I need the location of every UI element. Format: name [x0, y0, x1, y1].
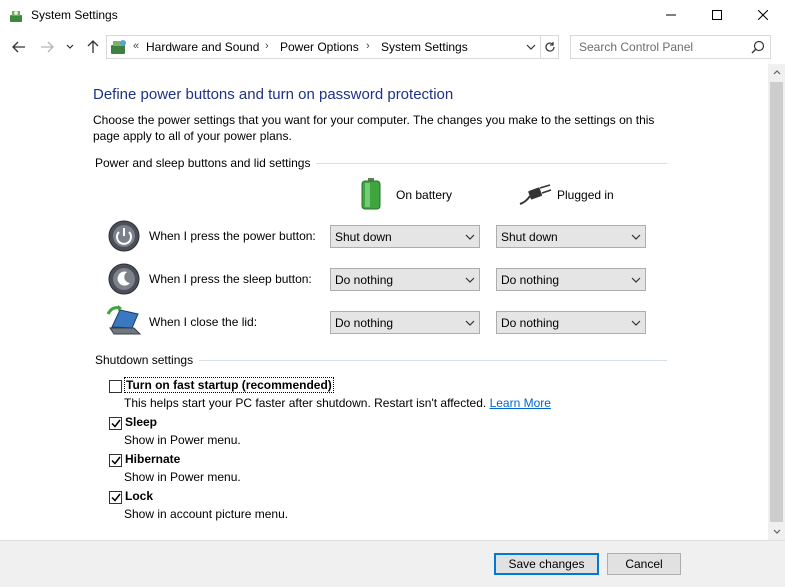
- footer-bar: Save changes Cancel: [0, 540, 785, 587]
- minimize-icon: [666, 14, 676, 16]
- search-icon: [751, 40, 765, 54]
- fast-startup-checkbox[interactable]: [109, 380, 122, 393]
- chevron-down-icon: [631, 277, 641, 283]
- breadcrumb-separator: «: [133, 40, 140, 52]
- plugged-in-label: Plugged in: [557, 188, 614, 202]
- power-options-app-icon: [10, 11, 22, 22]
- chevron-down-icon: [66, 44, 74, 49]
- sleep-checkbox[interactable]: [109, 417, 122, 430]
- close-button[interactable]: [740, 0, 785, 30]
- select-value: Shut down: [335, 230, 392, 244]
- scrollbar-thumb[interactable]: [770, 82, 783, 522]
- cancel-button[interactable]: Cancel: [607, 553, 681, 575]
- select-value: Do nothing: [335, 316, 394, 330]
- power-button-icon: [108, 220, 140, 252]
- content-area: Define power buttons and turn on passwor…: [0, 64, 768, 540]
- chevron-down-icon: [773, 529, 780, 534]
- breadcrumb-separator: ›: [265, 40, 269, 52]
- sleep-button-icon: [108, 263, 140, 295]
- minimize-button[interactable]: [648, 0, 694, 30]
- lock-label[interactable]: Lock: [125, 489, 153, 503]
- select-value: Do nothing: [501, 273, 560, 287]
- breadcrumb-hardware-and-sound[interactable]: Hardware and Sound: [146, 40, 259, 54]
- checkmark-icon: [110, 419, 121, 428]
- maximize-button[interactable]: [694, 0, 740, 30]
- forward-button[interactable]: [38, 38, 56, 56]
- hibernate-checkbox[interactable]: [109, 454, 122, 467]
- checkmark-icon: [110, 493, 121, 502]
- laptop-lid-icon: [106, 305, 142, 335]
- learn-more-link[interactable]: Learn More: [490, 396, 551, 410]
- address-dropdown-button[interactable]: [521, 36, 541, 58]
- on-battery-column-header: On battery: [360, 178, 480, 212]
- address-bar[interactable]: « Hardware and Sound › Power Options › S…: [106, 35, 559, 59]
- chevron-down-icon: [465, 234, 475, 240]
- refresh-icon: [545, 42, 555, 52]
- search-input[interactable]: [571, 36, 749, 58]
- chevron-down-icon: [631, 320, 641, 326]
- back-arrow-icon: [12, 41, 25, 53]
- lid-close-battery-select[interactable]: Do nothing: [330, 311, 480, 334]
- up-arrow-icon: [87, 40, 99, 53]
- checkmark-icon: [110, 456, 121, 465]
- refresh-button[interactable]: [540, 36, 559, 58]
- plugged-in-column-header: Plugged in: [518, 178, 638, 212]
- title-bar: System Settings: [0, 0, 785, 30]
- select-value: Do nothing: [335, 273, 394, 287]
- hibernate-description: Show in Power menu.: [124, 470, 241, 484]
- fast-startup-description-text: This helps start your PC faster after sh…: [124, 396, 487, 410]
- close-icon: [758, 10, 768, 20]
- window-title: System Settings: [31, 8, 118, 22]
- sleep-description: Show in Power menu.: [124, 433, 241, 447]
- lock-description: Show in account picture menu.: [124, 507, 289, 521]
- select-value: Shut down: [501, 230, 558, 244]
- control-panel-icon: [111, 40, 126, 54]
- shutdown-section-label: Shutdown settings: [95, 353, 200, 367]
- sleep-label[interactable]: Sleep: [125, 415, 157, 429]
- sleep-button-battery-select[interactable]: Do nothing: [330, 268, 480, 291]
- fast-startup-label[interactable]: Turn on fast startup (recommended): [124, 377, 334, 393]
- power-section-label: Power and sleep buttons and lid settings: [95, 156, 317, 170]
- vertical-scrollbar[interactable]: [768, 64, 785, 540]
- search-box[interactable]: [570, 35, 771, 59]
- sleep-button-plugged-select[interactable]: Do nothing: [496, 268, 646, 291]
- breadcrumb-system-settings[interactable]: System Settings: [381, 40, 468, 54]
- scroll-down-button[interactable]: [768, 523, 785, 540]
- maximize-icon: [712, 10, 722, 20]
- page-title: Define power buttons and turn on passwor…: [93, 86, 454, 103]
- power-plug-icon: [519, 184, 552, 205]
- recent-locations-button[interactable]: [64, 38, 76, 56]
- power-button-battery-select[interactable]: Shut down: [330, 225, 480, 248]
- sleep-button-label: When I press the sleep button:: [149, 272, 312, 286]
- breadcrumb-separator: ›: [366, 40, 370, 52]
- scroll-up-button[interactable]: [768, 64, 785, 81]
- on-battery-label: On battery: [396, 188, 453, 202]
- select-value: Do nothing: [501, 316, 560, 330]
- lid-close-label: When I close the lid:: [149, 315, 258, 329]
- hibernate-label[interactable]: Hibernate: [125, 452, 180, 466]
- forward-arrow-icon: [41, 41, 54, 53]
- lid-close-plugged-select[interactable]: Do nothing: [496, 311, 646, 334]
- fast-startup-description: This helps start your PC faster after sh…: [124, 396, 551, 410]
- chevron-down-icon: [465, 277, 475, 283]
- fast-startup-label-text: Turn on fast startup (recommended): [124, 377, 334, 393]
- up-button[interactable]: [84, 38, 102, 56]
- power-button-label: When I press the power button:: [149, 229, 316, 243]
- chevron-down-icon: [526, 44, 536, 50]
- chevron-up-icon: [773, 70, 780, 75]
- chevron-down-icon: [631, 234, 641, 240]
- lock-checkbox[interactable]: [109, 491, 122, 504]
- page-description: Choose the power settings that you want …: [93, 113, 655, 143]
- power-button-plugged-select[interactable]: Shut down: [496, 225, 646, 248]
- breadcrumb-power-options[interactable]: Power Options: [280, 40, 359, 54]
- battery-icon: [361, 178, 381, 210]
- save-changes-button[interactable]: Save changes: [494, 553, 599, 575]
- chevron-down-icon: [465, 320, 475, 326]
- back-button[interactable]: [10, 38, 28, 56]
